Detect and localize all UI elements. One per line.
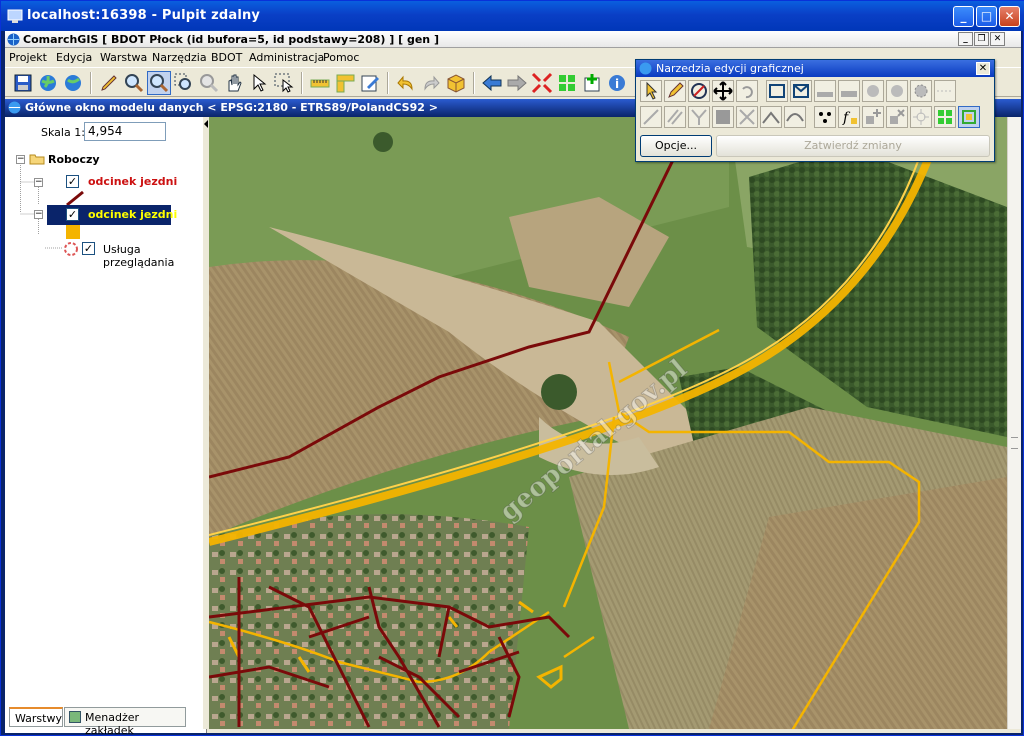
zoom-window-icon[interactable] — [172, 71, 196, 95]
tab-menadzer-zakladek[interactable]: Menadżer zakładek — [64, 707, 186, 736]
draw-area-icon[interactable] — [790, 80, 812, 102]
scroll-grip[interactable] — [1011, 437, 1018, 449]
select-arrow-icon[interactable] — [247, 71, 271, 95]
map-vertical-scrollbar[interactable] — [1007, 117, 1021, 729]
snap-line-icon[interactable] — [760, 106, 782, 128]
panel-tabs: Warstwy Menadżer zakładek — [9, 707, 203, 736]
edit-icon[interactable] — [358, 71, 382, 95]
draw-line-icon[interactable] — [640, 106, 662, 128]
delete-line-icon[interactable] — [736, 106, 758, 128]
save-icon[interactable] — [11, 71, 35, 95]
edit-node-arrow-icon[interactable] — [640, 80, 662, 102]
svg-text:i: i — [615, 77, 619, 91]
info-icon[interactable]: i — [605, 71, 629, 95]
zoom-icon[interactable] — [147, 71, 171, 95]
arrow-left-icon[interactable] — [480, 71, 504, 95]
app-minimize-button[interactable]: _ — [958, 32, 973, 46]
remote-desktop-icon — [7, 9, 23, 23]
zoom-out-icon[interactable] — [197, 71, 221, 95]
maximize-button[interactable]: □ — [976, 6, 997, 27]
collapse-icon[interactable] — [530, 71, 554, 95]
settings-gear-icon[interactable] — [910, 80, 932, 102]
points-icon[interactable] — [814, 106, 836, 128]
globe-icon — [8, 101, 21, 114]
map-canvas[interactable]: geoportal.gov.pl — [209, 117, 1007, 729]
toolbox-titlebar[interactable]: Narzedzia edycji graficznej ✕ — [636, 60, 994, 77]
toolbox-title: Narzedzia edycji graficznej — [656, 62, 804, 75]
reshape-icon[interactable] — [784, 106, 806, 128]
parallel-line-icon[interactable] — [664, 106, 686, 128]
menu-narzedzia[interactable]: Narzędzia — [152, 51, 207, 64]
app-titlebar: ComarchGIS [ BDOT Płock (id bufora=5, id… — [5, 31, 1021, 48]
measure-icon[interactable] — [333, 71, 357, 95]
map-window-title: Główne okno modelu danych < EPSG:2180 - … — [25, 101, 438, 114]
remote-desktop-window: localhost:16398 - Pulpit zdalny _ □ ✕ Co… — [0, 0, 1024, 736]
pan-hand-icon[interactable] — [222, 71, 246, 95]
close-button[interactable]: ✕ — [999, 6, 1020, 27]
menu-administracja[interactable]: Administracja — [249, 51, 324, 64]
select-feature-icon[interactable] — [958, 106, 980, 128]
tree-lines — [20, 165, 63, 249]
add-layer-icon[interactable] — [580, 71, 604, 95]
zoom-in-icon[interactable] — [122, 71, 146, 95]
move-icon[interactable] — [712, 80, 734, 102]
globe-icon — [7, 33, 20, 46]
split-geometry-icon[interactable] — [838, 80, 860, 102]
undo-icon[interactable] — [394, 71, 418, 95]
ruler-icon[interactable] — [308, 71, 332, 95]
box-icon[interactable] — [444, 71, 468, 95]
redo-icon[interactable] — [419, 71, 443, 95]
no-snap-icon[interactable] — [688, 80, 710, 102]
window-titlebar[interactable]: localhost:16398 - Pulpit zdalny _ □ ✕ — [1, 1, 1024, 31]
graphic-edit-toolbox: Narzedzia edycji graficznej ✕ f Opcje...… — [635, 59, 995, 162]
merge-icon[interactable] — [862, 80, 884, 102]
menu-pomoc[interactable]: Pomoc — [323, 51, 359, 64]
transform-icon[interactable] — [886, 80, 908, 102]
tab-menadzer-label: Menadżer zakładek — [85, 711, 140, 736]
globe-icon[interactable] — [61, 71, 85, 95]
refresh-icon[interactable] — [555, 71, 579, 95]
menu-bdot[interactable]: BDOT — [211, 51, 242, 64]
add-geometry-icon[interactable] — [814, 80, 836, 102]
app-title: ComarchGIS [ BDOT Płock (id bufora=5, id… — [23, 33, 439, 46]
arrow-right-icon[interactable] — [505, 71, 529, 95]
globe-icon[interactable] — [36, 71, 60, 95]
angle-line-icon[interactable] — [688, 106, 710, 128]
svg-text:f: f — [842, 110, 851, 126]
function-icon[interactable]: f — [838, 106, 860, 128]
add-vertex-icon[interactable] — [862, 106, 884, 128]
layers-panel: Skala 1: 4,954 − Roboczy − ✓ odcinek jez… — [5, 117, 207, 736]
toolbox-close-button[interactable]: ✕ — [976, 62, 990, 75]
aerial-map: geoportal.gov.pl — [209, 117, 1007, 729]
bookmark-icon — [69, 711, 81, 723]
remove-vertex-icon[interactable] — [886, 106, 908, 128]
fill-icon[interactable] — [712, 106, 734, 128]
globe-icon — [639, 62, 652, 75]
edit-pencil-icon[interactable] — [664, 80, 686, 102]
tab-warstwy[interactable]: Warstwy — [9, 707, 63, 727]
menu-edycja[interactable]: Edycja — [56, 51, 92, 64]
grid-snap-icon[interactable] — [934, 106, 956, 128]
comarch-gis-app: ComarchGIS [ BDOT Płock (id bufora=5, id… — [5, 31, 1021, 736]
rotate-icon[interactable] — [736, 80, 758, 102]
minimize-button[interactable]: _ — [953, 6, 974, 27]
window-title: localhost:16398 - Pulpit zdalny — [27, 8, 261, 23]
options-button[interactable]: Opcje... — [640, 135, 712, 157]
select-window-icon[interactable] — [272, 71, 296, 95]
pencil-icon[interactable] — [97, 71, 121, 95]
confirm-changes-button[interactable]: Zatwierdź zmiany — [716, 135, 990, 157]
draw-polygon-icon[interactable] — [766, 80, 788, 102]
app-close-button[interactable]: ✕ — [990, 32, 1005, 46]
app-restore-button[interactable]: ❐ — [974, 32, 989, 46]
target-icon[interactable] — [910, 106, 932, 128]
menu-warstwa[interactable]: Warstwa — [100, 51, 147, 64]
vertices-icon[interactable] — [934, 80, 956, 102]
menu-projekt[interactable]: Projekt — [9, 51, 47, 64]
